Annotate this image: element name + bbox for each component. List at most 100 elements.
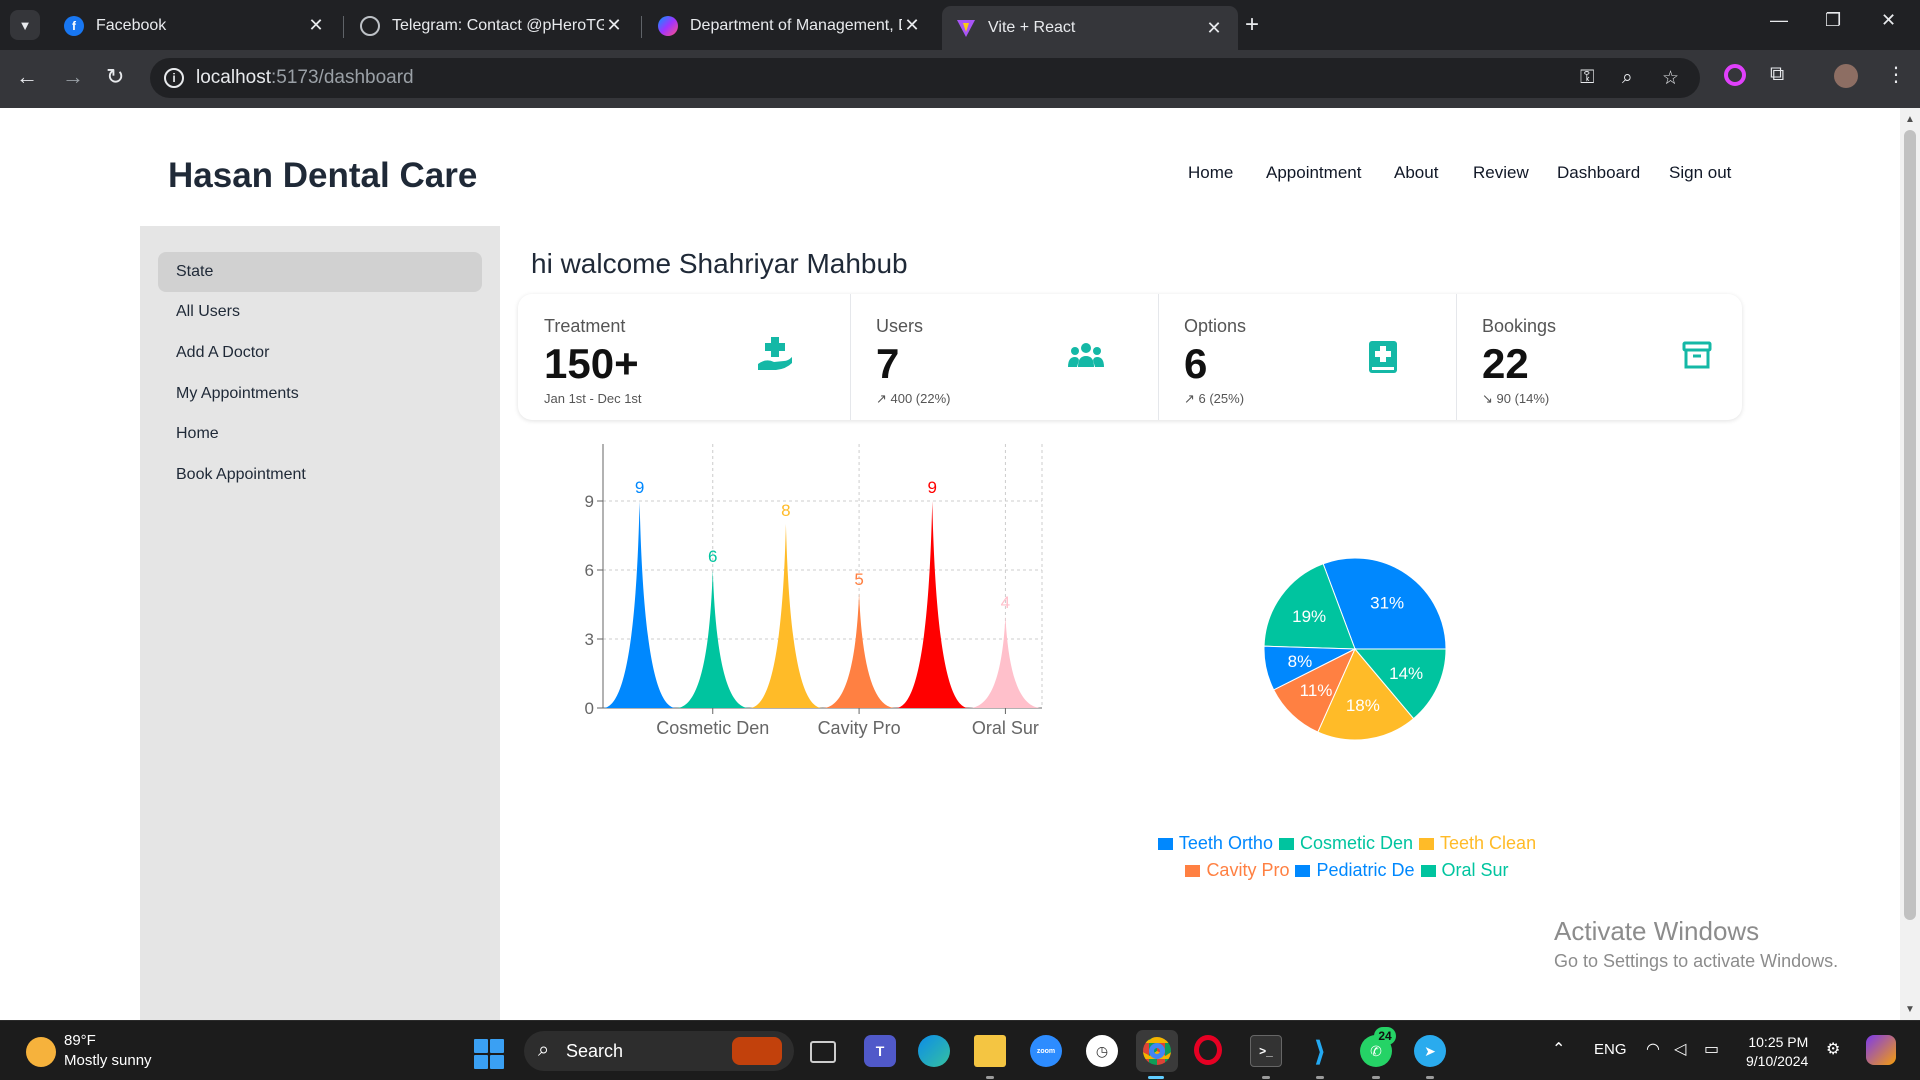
telegram-icon[interactable]: ➤ xyxy=(1414,1035,1446,1067)
facebook-icon: f xyxy=(64,15,84,36)
stat-desc: Jan 1st - Dec 1st xyxy=(544,391,642,406)
clock-app-icon[interactable]: ◷ xyxy=(1086,1035,1118,1067)
legend-item[interactable]: Cavity Pro xyxy=(1185,857,1289,884)
treatments-area-chart: 036912968594Cosmetic DenCavity ProOral S… xyxy=(585,444,1043,738)
vscode-icon[interactable]: ⟩ xyxy=(1304,1035,1336,1067)
scroll-up-icon[interactable]: ▲ xyxy=(1905,114,1915,125)
opera-icon[interactable] xyxy=(1194,1035,1222,1065)
reload-icon[interactable]: ↻ xyxy=(106,64,124,90)
stat-label: Users xyxy=(876,316,924,336)
legend-item[interactable]: Oral Sur xyxy=(1420,857,1509,884)
copilot-icon[interactable] xyxy=(1866,1035,1896,1065)
wifi-icon[interactable]: ◠ xyxy=(1646,1039,1660,1059)
users-icon xyxy=(1068,342,1104,373)
bookmark-star-icon[interactable]: ☆ xyxy=(1662,67,1679,90)
restore-icon[interactable]: ❐ xyxy=(1825,10,1841,31)
notification-bell-icon[interactable]: ⚙ xyxy=(1826,1039,1840,1059)
tab-messenger[interactable]: Department of Management, D ✕ xyxy=(644,7,936,44)
password-key-icon[interactable]: ⚿ xyxy=(1580,67,1594,89)
address-bar[interactable]: i localhost:5173/dashboard ⚿ ⌕ ☆ xyxy=(150,58,1700,98)
windows-taskbar: 89°F Mostly sunny ⌕ Search T zoom ◷ >_ ⟩… xyxy=(0,1020,1920,1080)
volume-icon[interactable]: ◁ xyxy=(1674,1039,1686,1059)
watermark-title: Activate Windows xyxy=(1554,916,1760,946)
clock-date: 9/10/2024 xyxy=(1746,1053,1809,1069)
browser-tab-strip: ▼ f Facebook ✕ Telegram: Contact @pHeroT… xyxy=(0,0,1920,50)
chart-bar[interactable] xyxy=(603,501,677,708)
bar-value-label: 8 xyxy=(781,501,790,520)
medical-book-icon xyxy=(1368,340,1398,379)
nav-review[interactable]: Review xyxy=(1473,163,1529,183)
color-extension-icon[interactable] xyxy=(1724,64,1746,86)
chart-bar[interactable] xyxy=(822,593,896,708)
extensions-puzzle-icon[interactable]: ⧉ xyxy=(1770,63,1784,86)
tab-telegram[interactable]: Telegram: Contact @pHeroTG ✕ xyxy=(346,7,638,44)
language-indicator[interactable]: ENG xyxy=(1594,1041,1627,1058)
sidebar-item-home[interactable]: Home xyxy=(158,414,482,454)
nav-sign-out[interactable]: Sign out xyxy=(1669,163,1731,183)
chart-bar[interactable] xyxy=(895,501,969,708)
site-brand[interactable]: Hasan Dental Care xyxy=(168,156,477,196)
tab-vite-react[interactable]: Vite + React ✕ xyxy=(942,6,1238,50)
x-tick-label: Oral Sur xyxy=(972,718,1039,738)
taskbar-clock[interactable]: 10:25 PM 9/10/2024 xyxy=(1746,1033,1808,1071)
nav-appointment[interactable]: Appointment xyxy=(1266,163,1361,183)
close-tab-icon[interactable]: ✕ xyxy=(604,15,624,36)
sidebar-item-all-users[interactable]: All Users xyxy=(158,292,482,332)
stat-value: 150+ xyxy=(544,340,639,387)
battery-icon[interactable]: ▭ xyxy=(1704,1039,1719,1059)
nav-dashboard[interactable]: Dashboard xyxy=(1557,163,1640,183)
windows-start-button[interactable] xyxy=(474,1039,504,1069)
forward-icon[interactable]: → xyxy=(62,64,84,90)
minimize-icon[interactable]: — xyxy=(1770,10,1788,31)
chrome-icon[interactable] xyxy=(1136,1030,1178,1072)
sidebar-item-state[interactable]: State xyxy=(158,252,482,292)
tab-search-button[interactable]: ▼ xyxy=(10,10,40,40)
taskbar-search[interactable]: ⌕ Search xyxy=(524,1031,794,1071)
zoom-icon[interactable]: ⌕ xyxy=(1622,67,1633,89)
close-window-icon[interactable]: ✕ xyxy=(1881,10,1896,31)
browser-toolbar: ← → ↻ i localhost:5173/dashboard ⚿ ⌕ ☆ ⧉… xyxy=(0,50,1920,108)
terminal-icon[interactable]: >_ xyxy=(1250,1035,1282,1067)
edge-icon[interactable] xyxy=(918,1035,950,1067)
chart-bar[interactable] xyxy=(749,524,823,708)
site-info-icon[interactable]: i xyxy=(164,68,184,88)
tab-facebook[interactable]: f Facebook ✕ xyxy=(50,7,340,44)
legend-item[interactable]: Teeth Clean xyxy=(1419,830,1536,857)
legend-swatch xyxy=(1185,865,1201,877)
archive-box-icon xyxy=(1682,340,1712,375)
stat-desc: ↗ 6 (25%) xyxy=(1184,391,1245,406)
file-explorer-icon[interactable] xyxy=(974,1035,1006,1067)
nav-home[interactable]: Home xyxy=(1188,163,1233,183)
zoom-icon[interactable]: zoom xyxy=(1030,1035,1062,1067)
back-icon[interactable]: ← xyxy=(16,64,38,90)
sidebar-item-my-appointments[interactable]: My Appointments xyxy=(158,374,482,414)
close-tab-icon[interactable]: ✕ xyxy=(306,15,326,36)
chart-bar[interactable] xyxy=(968,616,1042,708)
profile-avatar[interactable] xyxy=(1834,64,1858,88)
sidebar-item-book-appointment[interactable]: Book Appointment xyxy=(158,455,482,495)
task-view-icon[interactable] xyxy=(810,1041,836,1063)
close-tab-icon[interactable]: ✕ xyxy=(902,15,922,36)
legend-item[interactable]: Cosmetic Den xyxy=(1278,830,1413,857)
tab-title: Telegram: Contact @pHeroTG xyxy=(392,16,604,34)
stat-options: Options 6 ↗ 6 (25%) xyxy=(1158,294,1456,420)
close-tab-icon[interactable]: ✕ xyxy=(1204,18,1224,39)
legend-item[interactable]: Teeth Ortho xyxy=(1157,830,1273,857)
bar-value-label: 4 xyxy=(1001,593,1010,612)
teams-icon[interactable]: T xyxy=(864,1035,896,1067)
weather-desc: Mostly sunny xyxy=(64,1052,152,1069)
show-hidden-icons[interactable]: ⌃ xyxy=(1552,1039,1565,1059)
chrome-menu-icon[interactable]: ⋮ xyxy=(1886,62,1906,87)
stat-value: 6 xyxy=(1184,340,1208,387)
url-text[interactable]: localhost:5173/dashboard xyxy=(196,67,414,89)
page-scrollbar[interactable]: ▲ ▼ xyxy=(1900,108,1920,1020)
scrollbar-thumb[interactable] xyxy=(1904,130,1916,920)
scroll-down-icon[interactable]: ▼ xyxy=(1905,1004,1915,1015)
sidebar-item-add-doctor[interactable]: Add A Doctor xyxy=(158,333,482,373)
legend-item[interactable]: Pediatric De xyxy=(1295,857,1415,884)
bar-value-label: 9 xyxy=(635,478,644,497)
search-icon: ⌕ xyxy=(538,1039,550,1061)
nav-about[interactable]: About xyxy=(1394,163,1438,183)
search-highlight-icon xyxy=(732,1037,782,1065)
new-tab-button[interactable]: + xyxy=(1245,11,1259,39)
